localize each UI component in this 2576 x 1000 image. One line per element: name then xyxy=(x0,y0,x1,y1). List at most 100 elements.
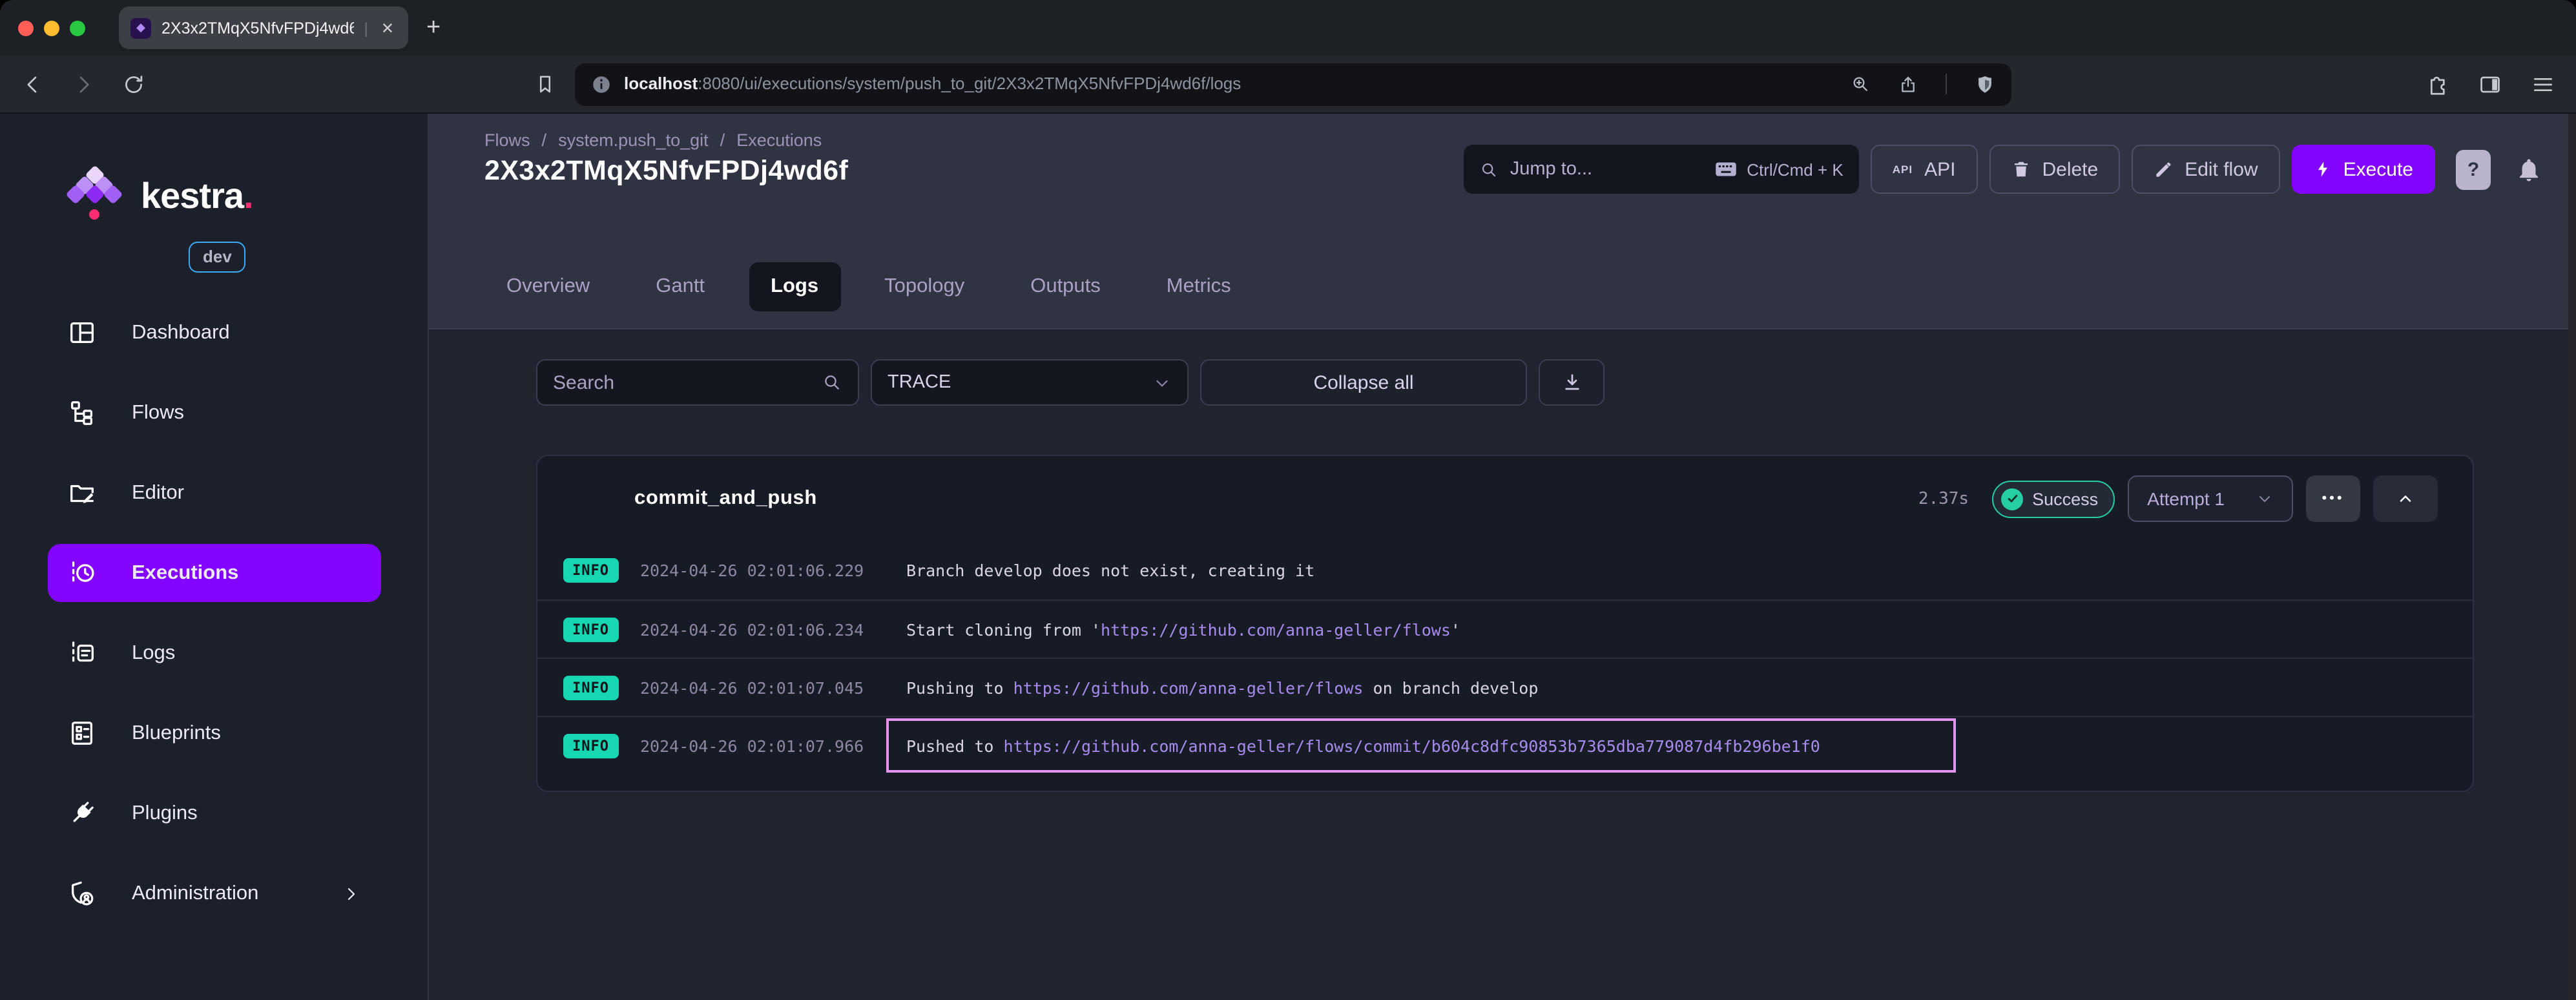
chevron-down-icon xyxy=(1152,373,1172,392)
tab-divider: | xyxy=(364,19,368,37)
menu-hamburger-icon[interactable] xyxy=(2531,72,2555,96)
reload-icon[interactable] xyxy=(121,72,146,96)
notifications-bell-icon[interactable] xyxy=(2515,156,2542,183)
sidebar-item-plugins[interactable]: Plugins xyxy=(48,784,381,842)
task-log-card: commit_and_push 2.37s Success Attempt 1 xyxy=(536,455,2474,792)
tab-gantt[interactable]: Gantt xyxy=(634,262,727,311)
breadcrumb-namespace[interactable]: system.push_to_git xyxy=(558,130,709,150)
tab-close-icon[interactable]: ✕ xyxy=(379,19,397,37)
site-info-icon[interactable] xyxy=(590,73,612,95)
sidebar-item-logs[interactable]: Logs xyxy=(48,624,381,682)
collapse-all-button[interactable]: Collapse all xyxy=(1200,359,1527,406)
bookmark-icon[interactable] xyxy=(534,72,557,96)
minimize-window-button[interactable] xyxy=(44,20,59,36)
page-scrollbar[interactable] xyxy=(2568,114,2576,1000)
sidebar-item-dashboard[interactable]: Dashboard xyxy=(48,304,381,362)
sidebar-item-administration[interactable]: Administration xyxy=(48,864,381,922)
sidebar-item-editor[interactable]: Editor xyxy=(48,464,381,522)
zoom-page-icon[interactable] xyxy=(1850,74,1871,94)
sidebar-menu: Dashboard Flows Editor Executions Logs B… xyxy=(0,304,428,922)
sidebar-toggle-icon[interactable] xyxy=(2478,72,2502,96)
browser-window: ◆ 2X3x2TMqX5NfvFPDj4wd6f | ✕ + localhost… xyxy=(0,0,2576,1000)
timeline-text-icon xyxy=(67,638,97,668)
kestra-logo-icon xyxy=(65,165,123,225)
tab-logs[interactable]: Logs xyxy=(749,262,841,311)
tab-overview[interactable]: Overview xyxy=(484,262,612,311)
close-window-button[interactable] xyxy=(18,20,34,36)
log-link[interactable]: https://github.com/anna-geller/flows xyxy=(1013,678,1364,697)
log-row-highlighted[interactable]: INFO 2024-04-26 02:01:07.966 Pushed to h… xyxy=(537,716,2473,774)
blueprints-icon xyxy=(67,718,97,748)
breadcrumb-separator: / xyxy=(541,130,547,150)
header-actions: Jump to... Ctrl/Cmd + K API API Delete E… xyxy=(1463,145,2542,194)
log-level-badge: INFO xyxy=(563,558,618,583)
log-row[interactable]: INFO 2024-04-26 02:01:07.045 Pushing to … xyxy=(537,658,2473,716)
dashboard-icon xyxy=(67,318,97,348)
address-bar[interactable]: localhost:8080/ui/executions/system/push… xyxy=(575,63,2011,105)
task-log-header: commit_and_push 2.37s Success Attempt 1 xyxy=(537,456,2473,541)
breadcrumb-executions[interactable]: Executions xyxy=(736,130,822,150)
status-badge: Success xyxy=(1992,480,2115,517)
more-options-button[interactable]: ••• xyxy=(2306,475,2360,522)
success-check-icon xyxy=(2001,488,2024,510)
delete-button[interactable]: Delete xyxy=(1989,145,2121,194)
sidebar: kestra. dev Dashboard Flows Editor Execu… xyxy=(0,114,429,1000)
log-search-field xyxy=(536,359,859,406)
log-message: Start cloning from 'https://github.com/a… xyxy=(906,620,1460,639)
logs-content: TRACE Collapse all commit_and_push 2.37s xyxy=(429,329,2576,1000)
tracking-shield-icon[interactable] xyxy=(1974,73,1996,95)
folder-edit-icon xyxy=(67,478,97,508)
new-tab-button[interactable]: + xyxy=(426,14,441,42)
url-host: localhost xyxy=(624,74,698,93)
sidebar-item-blueprints[interactable]: Blueprints xyxy=(48,704,381,762)
log-link[interactable]: https://github.com/anna-geller/flows xyxy=(1101,620,1451,639)
search-icon xyxy=(1479,160,1499,179)
main-area: Flows / system.push_to_git / Executions … xyxy=(429,114,2576,1000)
attempt-select[interactable]: Attempt 1 xyxy=(2128,475,2293,522)
forward-icon[interactable] xyxy=(71,72,96,96)
extensions-puzzle-icon[interactable] xyxy=(2425,72,2449,96)
log-timestamp: 2024-04-26 02:01:07.966 xyxy=(640,736,864,755)
download-logs-button[interactable] xyxy=(1539,359,1605,406)
log-link[interactable]: https://github.com/anna-geller/flows/com… xyxy=(1004,736,1820,755)
page-title: 2X3x2TMqX5NfvFPDj4wd6f xyxy=(484,155,849,186)
jump-to-shortcut: Ctrl/Cmd + K xyxy=(1747,160,1844,179)
tab-metrics[interactable]: Metrics xyxy=(1145,262,1253,311)
api-button[interactable]: API API xyxy=(1870,145,1978,194)
trash-icon xyxy=(2011,159,2030,180)
download-icon xyxy=(1561,372,1582,393)
kestra-logo[interactable]: kestra. xyxy=(65,165,428,225)
log-row[interactable]: INFO 2024-04-26 02:01:06.229 Branch deve… xyxy=(537,541,2473,599)
window-controls xyxy=(18,20,85,36)
tab-outputs[interactable]: Outputs xyxy=(1008,262,1123,311)
browser-toolbar: localhost:8080/ui/executions/system/push… xyxy=(0,56,2576,114)
back-icon[interactable] xyxy=(21,72,45,96)
sidebar-item-flows[interactable]: Flows xyxy=(48,384,381,442)
breadcrumb-separator: / xyxy=(720,130,725,150)
log-level-select[interactable]: TRACE xyxy=(871,359,1189,406)
tab-topology[interactable]: Topology xyxy=(862,262,986,311)
log-row[interactable]: INFO 2024-04-26 02:01:06.234 Start cloni… xyxy=(537,599,2473,658)
maximize-window-button[interactable] xyxy=(70,20,85,36)
brand-wordmark: kestra. xyxy=(141,176,254,216)
page-header: Flows / system.push_to_git / Executions … xyxy=(429,114,2576,329)
execute-button[interactable]: Execute xyxy=(2291,145,2435,194)
sidebar-item-executions[interactable]: Executions xyxy=(48,544,381,602)
log-level-badge: INFO xyxy=(563,733,618,758)
url-path: :8080/ui/executions/system/push_to_git/2… xyxy=(698,74,1241,93)
pencil-icon xyxy=(2154,160,2173,179)
chevron-right-icon xyxy=(341,883,362,904)
edit-flow-button[interactable]: Edit flow xyxy=(2132,145,2280,194)
jump-to-button[interactable]: Jump to... Ctrl/Cmd + K xyxy=(1463,145,1859,194)
share-icon[interactable] xyxy=(1898,74,1918,94)
task-name: commit_and_push xyxy=(634,487,817,509)
log-message: Pushed to https://github.com/anna-geller… xyxy=(906,736,1820,755)
help-button[interactable]: ? xyxy=(2456,149,2491,189)
search-input[interactable] xyxy=(553,371,822,393)
task-duration: 2.37s xyxy=(1918,489,1969,508)
browser-tab[interactable]: ◆ 2X3x2TMqX5NfvFPDj4wd6f | ✕ xyxy=(119,6,408,49)
execution-tabs: Overview Gantt Logs Topology Outputs Met… xyxy=(484,262,1253,311)
breadcrumb-flows[interactable]: Flows xyxy=(484,130,530,150)
collapse-task-button[interactable] xyxy=(2373,475,2438,522)
kestra-favicon-icon: ◆ xyxy=(130,17,151,38)
